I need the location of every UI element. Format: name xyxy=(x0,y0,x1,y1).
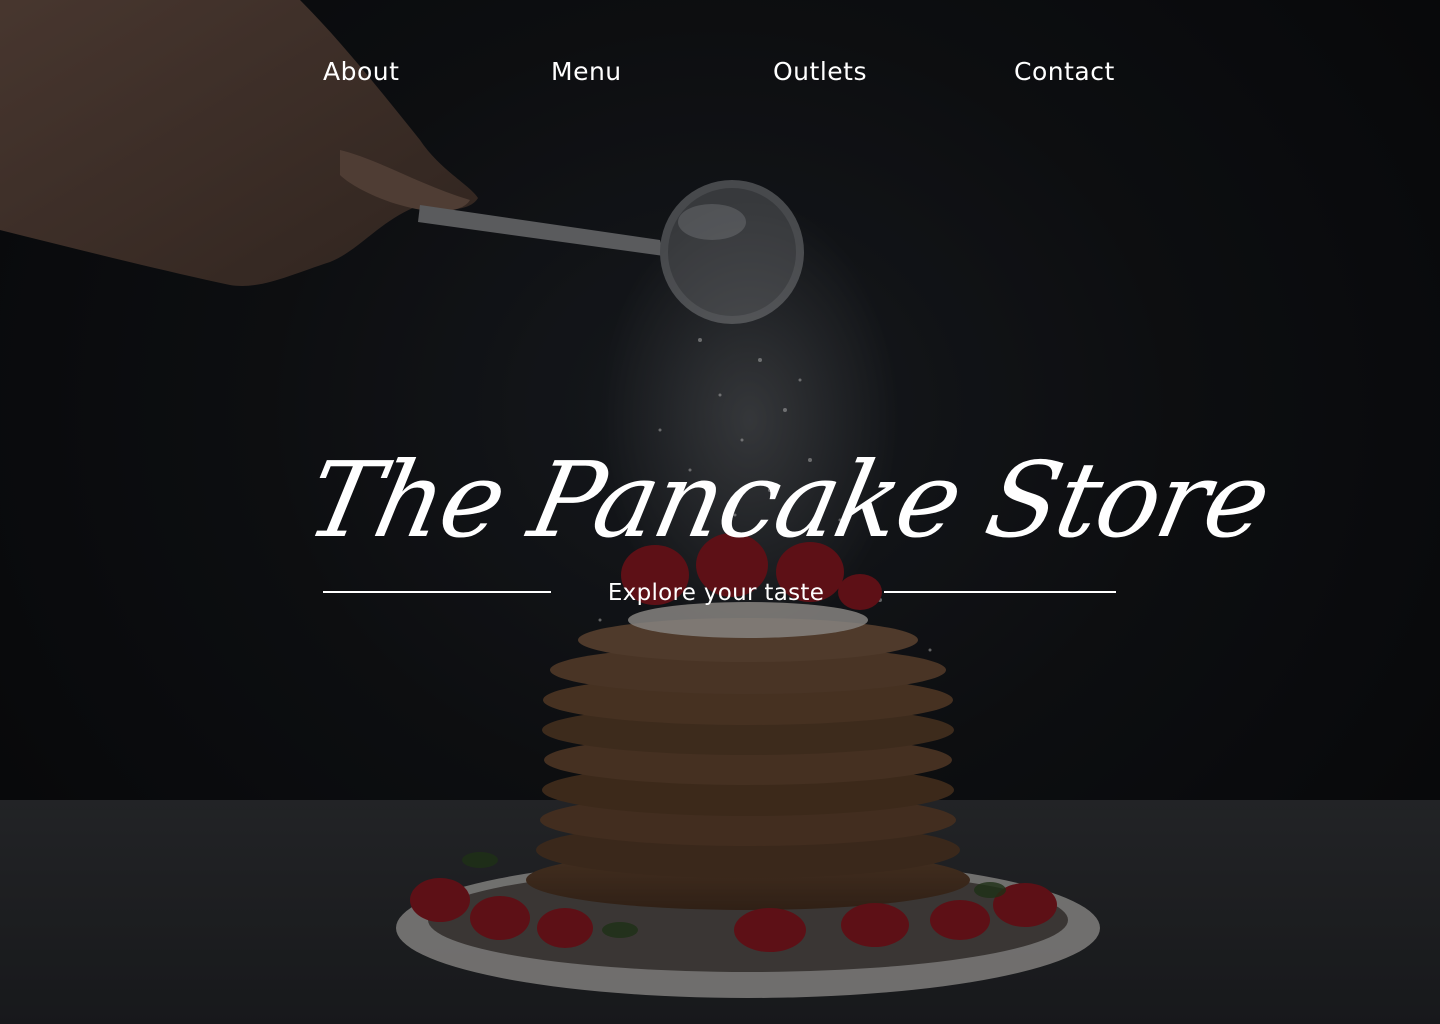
tagline: Explore your taste xyxy=(607,580,825,606)
nav-link-menu[interactable]: Menu xyxy=(551,50,622,94)
main-navigation: About Menu Outlets Contact xyxy=(0,50,1440,94)
nav-link-outlets[interactable]: Outlets xyxy=(773,50,867,94)
tagline-divider-left xyxy=(323,591,551,593)
hero-section: About Menu Outlets Contact The Pancake S… xyxy=(0,0,1440,1024)
nav-link-contact[interactable]: Contact xyxy=(1014,50,1115,94)
tagline-divider-right xyxy=(884,591,1116,593)
nav-link-about[interactable]: About xyxy=(323,50,399,94)
brand-title: The Pancake Store xyxy=(297,439,1279,561)
